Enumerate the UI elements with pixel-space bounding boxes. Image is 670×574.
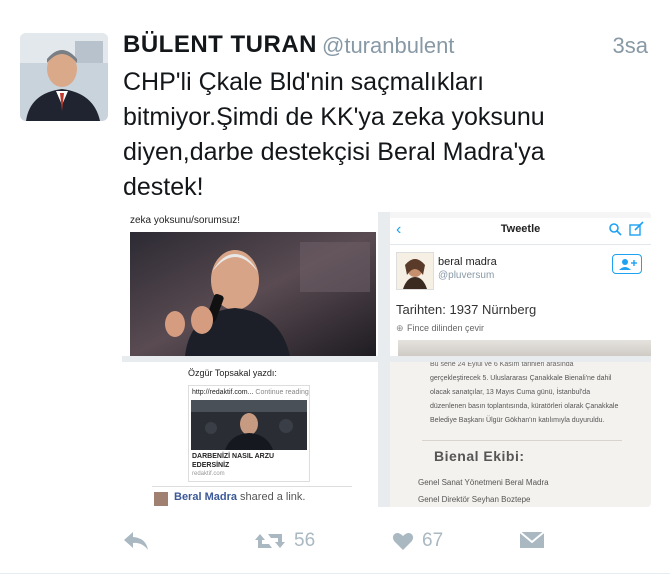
search-icon[interactable]: [608, 222, 622, 236]
profile-name[interactable]: beral madra: [438, 256, 497, 268]
tweet-text: CHP'li Çkale Bld'nin saçmalıkları bitmiy…: [123, 68, 545, 201]
media-photo-top-left[interactable]: zeka yoksunu/sorumsuz!: [122, 212, 378, 356]
follow-button[interactable]: [612, 254, 642, 274]
shared-link-text: shared a link.: [240, 491, 306, 503]
reply-icon: [124, 532, 148, 550]
doc-paragraph-line-0: Bu sene 24 Eylül ve 6 Kasım tarihleri ar…: [430, 362, 574, 368]
avatar[interactable]: [20, 33, 108, 121]
user-name[interactable]: BÜLENT TURAN: [123, 31, 317, 59]
header-photo: [398, 340, 651, 356]
tweet-timestamp[interactable]: 3sa: [613, 33, 648, 59]
profile-avatar: [396, 252, 434, 290]
envelope-icon: [519, 531, 545, 548]
speaker-photo: [130, 232, 376, 356]
media-screenshot-article[interactable]: Özgür Topsakal yazdı: http://redaktif.co…: [122, 362, 378, 507]
direct-message-button[interactable]: [519, 530, 545, 550]
tweet-media-grid[interactable]: zeka yoksunu/sorumsuz! ‹ Tweetle beral m…: [122, 212, 651, 507]
doc-paragraph-line-1: gerçekleştirecek 5. Uluslararası Çanakka…: [430, 375, 612, 382]
photo-caption: zeka yoksunu/sorumsuz!: [130, 215, 241, 226]
avatar-image: [20, 33, 108, 121]
profile-bio: Tarihten: 1937 Nürnberg: [396, 302, 537, 317]
article-link[interactable]: http://redaktif.com...: [192, 389, 253, 396]
doc-line-1: Genel Sanat Yönetmeni Beral Madra: [418, 478, 549, 487]
media-screenshot-document[interactable]: Bu sene 24 Eylül ve 6 Kasım tarihleri ar…: [390, 362, 651, 507]
doc-paragraph-line-3: düzenlenen basın toplantısında, küratörl…: [430, 403, 619, 410]
author-line: Özgür Topsakal yazdı:: [188, 368, 277, 378]
compose-icon[interactable]: [628, 221, 644, 237]
translate-link[interactable]: Fince dilinden çevir: [407, 323, 484, 333]
doc-line-2: Genel Direktör Seyhan Boztepe: [418, 495, 531, 504]
article-headline-line-1: DARBENİZİ NASIL ARZU: [192, 453, 275, 460]
article-headline-line-2: EDERSİNİZ: [192, 462, 230, 469]
doc-paragraph-line-4: Belediye Başkanı Ülgür Gökhan'ın katılım…: [430, 417, 605, 424]
doc-paragraph-line-2: olacak sanatçılar, 13 Mayıs Cuma günü, İ…: [430, 389, 591, 396]
continue-reading-link[interactable]: Continue reading: [255, 389, 308, 396]
doc-heading: Bienal Ekibi:: [434, 448, 525, 464]
reply-button[interactable]: [122, 530, 150, 552]
retweet-icon: [255, 534, 285, 548]
retweet-count: 56: [294, 530, 316, 551]
like-count: 67: [422, 530, 444, 551]
retweet-button[interactable]: 56: [254, 530, 315, 552]
heart-icon: [392, 533, 414, 550]
media-screenshot-profile[interactable]: ‹ Tweetle beral madra @pluversum Tarihte…: [390, 212, 651, 356]
user-handle[interactable]: @turanbulent: [322, 33, 454, 59]
like-button[interactable]: 67: [392, 530, 443, 552]
sharer-name[interactable]: Beral Madra: [174, 491, 237, 503]
add-user-icon: [619, 259, 637, 270]
article-image: [191, 400, 307, 450]
profile-handle[interactable]: @pluversum: [438, 270, 494, 281]
link-card[interactable]: http://redaktif.com... Continue reading …: [188, 385, 310, 482]
sharer-avatar: [154, 492, 168, 506]
article-source: redaktif.com: [192, 471, 225, 477]
globe-icon: ⊕: [396, 323, 404, 333]
